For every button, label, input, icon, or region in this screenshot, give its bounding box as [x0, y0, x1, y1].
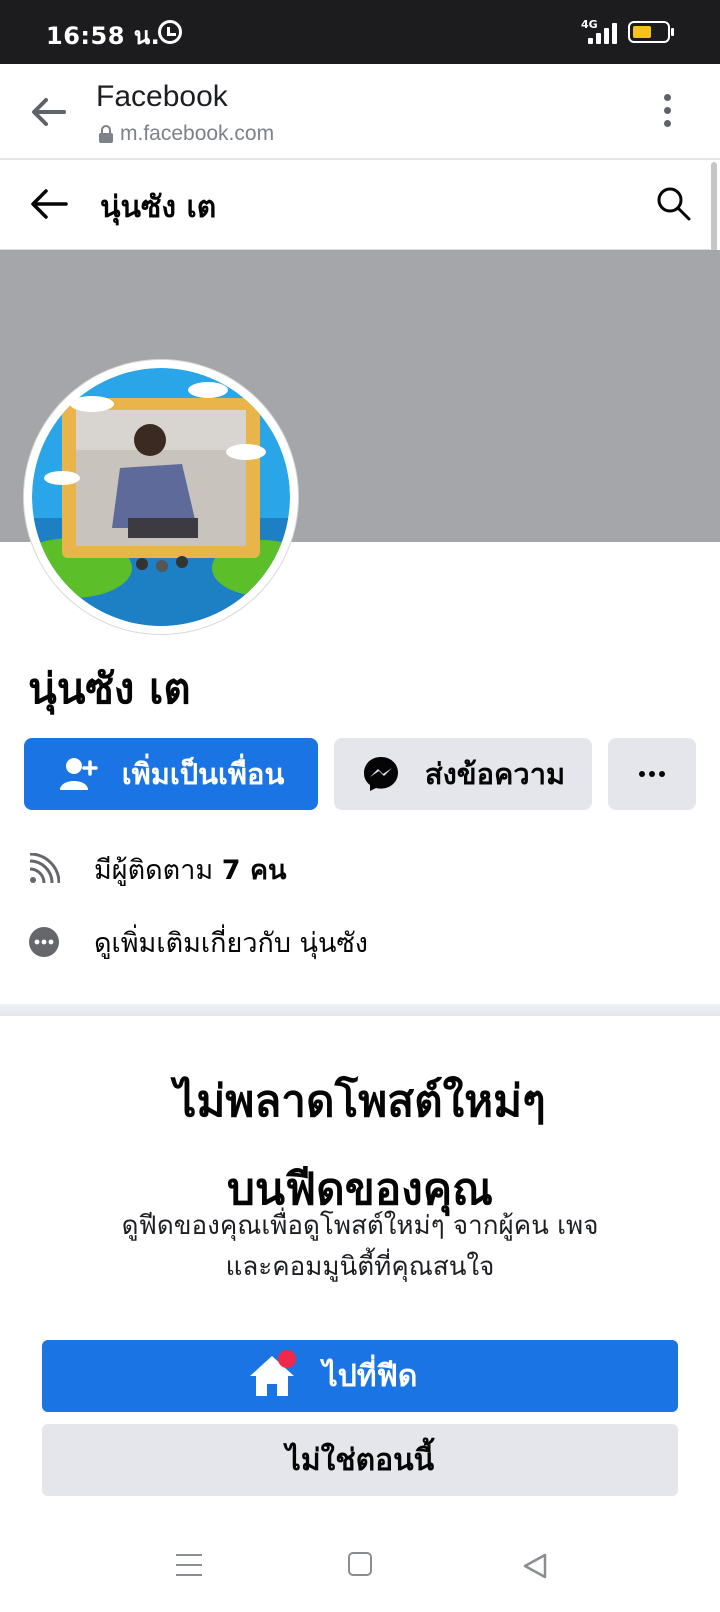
browser-url: m.facebook.com	[120, 122, 275, 145]
profile-header: นุ่นซัง เต	[0, 160, 710, 250]
alarm-icon	[158, 20, 182, 44]
not-now-label: ไม่ใช่ตอนนี้	[285, 1442, 435, 1478]
add-friend-label: เพิ่มเป็นเพื่อน	[121, 757, 285, 791]
home-icon[interactable]	[348, 1552, 372, 1576]
go-to-feed-button[interactable]: ไปที่ฟีด	[42, 1340, 678, 1412]
recent-apps-icon[interactable]	[176, 1554, 202, 1576]
signal-icon	[588, 22, 622, 44]
add-friend-button[interactable]: เพิ่มเป็นเพื่อน	[24, 738, 318, 810]
section-divider	[0, 1004, 720, 1016]
promo-description: ดูฟีดของคุณเพื่อดูโพสต์ใหม่ๆ จากผู้คน เพ…	[121, 1211, 599, 1282]
profile-avatar[interactable]	[32, 368, 290, 626]
go-to-feed-label: ไปที่ฟีด	[322, 1358, 418, 1394]
address-bar[interactable]: m.facebook.com	[98, 122, 274, 146]
followers-text: มีผู้ติดตาม 7 คน	[94, 854, 287, 886]
add-friend-icon	[59, 758, 98, 790]
back-arrow-icon[interactable]	[28, 94, 68, 130]
send-message-button[interactable]: ส่งข้อความ	[334, 738, 592, 810]
browser-title: Facebook	[96, 80, 228, 113]
profile-name: นุ่นซัง เต	[28, 664, 191, 713]
system-nav-bar	[0, 1524, 720, 1612]
notification-dot	[278, 1350, 296, 1368]
search-icon[interactable]	[654, 184, 694, 224]
about-row[interactable]: ดูเพิ่มเติมเกี่ยวกับ นุ่นซัง	[28, 920, 368, 964]
browser-toolbar: Facebook m.facebook.com	[0, 64, 720, 160]
rss-icon	[29, 853, 60, 884]
followers-row[interactable]: มีผู้ติดตาม 7 คน	[28, 847, 287, 891]
battery-level	[633, 26, 651, 38]
followers-count: 7 คน	[221, 854, 287, 886]
status-bar: 16:58 น. 4G	[0, 0, 720, 64]
more-horizontal-icon[interactable]	[608, 738, 696, 810]
more-circle-icon	[29, 927, 59, 957]
lock-icon	[99, 125, 113, 143]
status-time: 16:58 น.	[46, 22, 161, 50]
send-message-label: ส่งข้อความ	[424, 757, 566, 791]
about-text: ดูเพิ่มเติมเกี่ยวกับ นุ่นซัง	[94, 927, 368, 959]
messenger-icon	[363, 757, 398, 791]
more-vert-icon[interactable]	[652, 92, 682, 132]
back-triangle-icon[interactable]	[522, 1552, 548, 1580]
not-now-button[interactable]: ไม่ใช่ตอนนี้	[42, 1424, 678, 1496]
back-arrow-icon[interactable]	[28, 186, 70, 222]
battery-icon	[628, 21, 674, 43]
header-title: นุ่นซัง เต	[100, 190, 217, 225]
